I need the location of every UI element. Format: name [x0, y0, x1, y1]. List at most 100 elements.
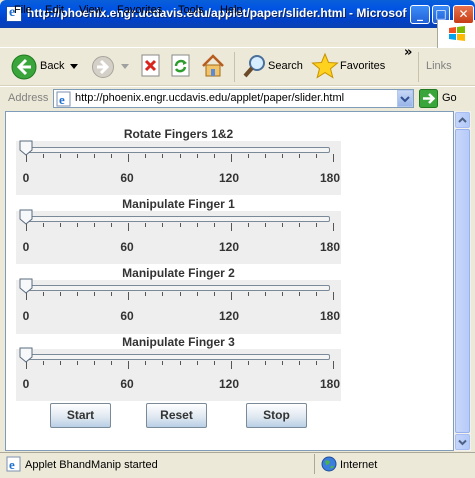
- slider-minor-tick: [43, 154, 44, 158]
- close-button[interactable]: ✕: [453, 5, 474, 24]
- slider-thumb[interactable]: [19, 209, 33, 225]
- slider-minor-tick: [265, 361, 266, 365]
- slider-minor-tick: [94, 223, 95, 227]
- back-dropdown-icon[interactable]: [70, 64, 78, 70]
- slider-minor-tick: [60, 292, 61, 296]
- slider-minor-tick: [43, 292, 44, 296]
- slider-minor-tick: [282, 361, 283, 365]
- tick-label-120: 120: [218, 377, 240, 391]
- stop-button[interactable]: Stop: [246, 403, 307, 428]
- slider-minor-tick: [197, 361, 198, 365]
- slider-minor-tick: [316, 361, 317, 365]
- tick-label-180: 180: [319, 171, 341, 185]
- slider-major-tick: [231, 361, 232, 369]
- scroll-up-button[interactable]: [455, 112, 470, 128]
- menu-tools[interactable]: Tools: [178, 2, 204, 18]
- tick-label-180: 180: [319, 240, 341, 254]
- back-button-label[interactable]: Back: [40, 60, 64, 72]
- slider-thumb[interactable]: [19, 347, 33, 363]
- chevron-down-icon: [400, 96, 410, 103]
- home-icon[interactable]: [200, 53, 226, 79]
- slider-major-tick: [333, 154, 334, 162]
- scroll-thumb[interactable]: [455, 129, 470, 433]
- slider-major-tick: [128, 154, 129, 162]
- internet-globe-icon: [321, 456, 337, 472]
- slider-minor-tick: [214, 292, 215, 296]
- tick-label-180: 180: [319, 377, 341, 391]
- address-dropdown-button[interactable]: [397, 90, 413, 107]
- slider-ticks: [22, 223, 334, 235]
- slider-minor-tick: [77, 154, 78, 158]
- start-button[interactable]: Start: [50, 403, 111, 428]
- page-icon: e: [56, 91, 71, 107]
- slider-track[interactable]: [22, 285, 330, 291]
- slider-minor-tick: [282, 292, 283, 296]
- slider-minor-tick: [180, 292, 181, 296]
- slider-minor-tick: [265, 154, 266, 158]
- slider-minor-tick: [60, 154, 61, 158]
- scroll-down-button[interactable]: [455, 434, 470, 450]
- slider-major-tick: [128, 223, 129, 231]
- slider-title-finger-1: Manipulate Finger 1: [122, 197, 235, 211]
- refresh-icon[interactable]: [170, 54, 192, 78]
- tick-label-120: 120: [218, 309, 240, 323]
- tick-label-120: 120: [218, 240, 240, 254]
- forward-arrow-icon[interactable]: [91, 55, 115, 79]
- slider-minor-tick: [94, 292, 95, 296]
- slider-minor-tick: [162, 361, 163, 365]
- tick-label-60: 60: [120, 309, 134, 323]
- menu-edit[interactable]: Edit: [45, 2, 64, 18]
- slider-track[interactable]: [22, 216, 330, 222]
- address-label: Address: [8, 92, 49, 104]
- address-url[interactable]: http://phoenix.engr.ucdavis.edu/applet/p…: [75, 92, 344, 104]
- slider-minor-tick: [43, 361, 44, 365]
- slider-major-tick: [128, 361, 129, 369]
- go-arrow-icon[interactable]: [419, 89, 438, 108]
- slider-minor-tick: [299, 223, 300, 227]
- page-status-icon: e: [6, 456, 21, 472]
- slider-track[interactable]: [22, 147, 330, 153]
- tick-label-180: 180: [319, 309, 341, 323]
- slider-minor-tick: [77, 223, 78, 227]
- back-arrow-icon[interactable]: [10, 53, 38, 81]
- slider-thumb[interactable]: [19, 278, 33, 294]
- svg-text:e: e: [59, 92, 65, 107]
- slider-track[interactable]: [22, 354, 330, 360]
- slider-minor-tick: [180, 223, 181, 227]
- stop-icon[interactable]: [140, 54, 162, 78]
- favorites-button-label[interactable]: Favorites: [340, 60, 385, 72]
- forward-dropdown-icon[interactable]: [121, 64, 129, 70]
- search-icon[interactable]: [242, 53, 268, 79]
- links-label[interactable]: Links: [426, 60, 452, 72]
- tick-label-0: 0: [22, 171, 30, 185]
- slider-thumb[interactable]: [19, 140, 33, 156]
- favorites-star-icon[interactable]: [311, 52, 339, 80]
- tick-label-0: 0: [22, 240, 30, 254]
- minimize-button[interactable]: _: [410, 5, 430, 24]
- slider-minor-tick: [77, 292, 78, 296]
- slider-major-tick: [333, 361, 334, 369]
- tick-label-0: 0: [22, 309, 30, 323]
- slider-minor-tick: [316, 154, 317, 158]
- slider-minor-tick: [111, 223, 112, 227]
- svg-text:e: e: [9, 457, 15, 472]
- search-button-label[interactable]: Search: [268, 60, 303, 72]
- go-button-label[interactable]: Go: [442, 92, 457, 104]
- tick-label-0: 0: [22, 377, 30, 391]
- status-text: Applet BhandManip started: [25, 459, 158, 471]
- slider-minor-tick: [265, 223, 266, 227]
- toolbar-separator: [418, 52, 419, 82]
- toolbar-chevron-icon[interactable]: »: [404, 45, 412, 60]
- slider-minor-tick: [60, 223, 61, 227]
- menu-help[interactable]: Help: [220, 2, 243, 18]
- slider-minor-tick: [162, 292, 163, 296]
- menu-favorites[interactable]: Favorites: [117, 2, 162, 18]
- windows-logo-icon: [437, 20, 475, 48]
- reset-button[interactable]: Reset: [146, 403, 207, 428]
- slider-ticks: [22, 292, 334, 304]
- slider-minor-tick: [197, 154, 198, 158]
- slider-minor-tick: [94, 154, 95, 158]
- menu-file[interactable]: File: [14, 2, 32, 18]
- slider-minor-tick: [282, 154, 283, 158]
- menu-view[interactable]: View: [79, 2, 103, 18]
